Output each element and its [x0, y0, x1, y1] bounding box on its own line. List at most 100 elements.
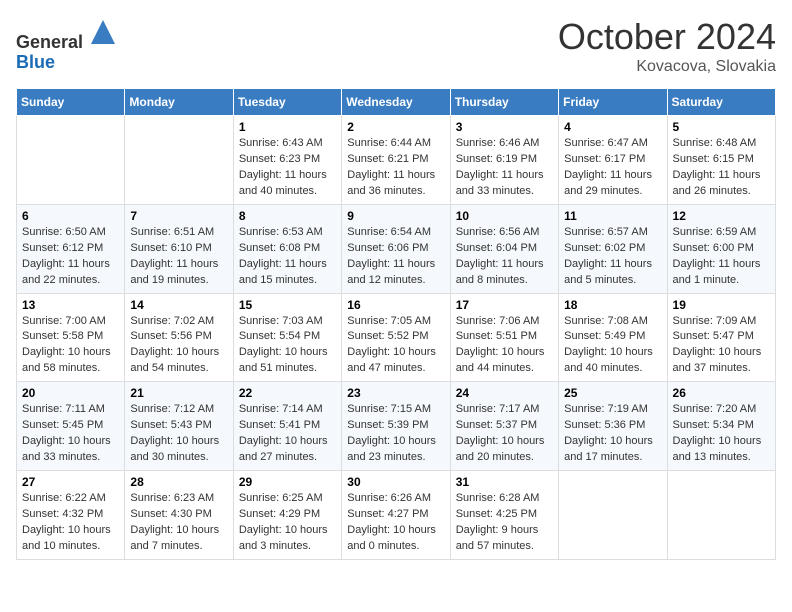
day-info: Sunrise: 6:59 AM Sunset: 6:00 PM Dayligh… — [673, 225, 770, 289]
weekday-header-saturday: Saturday — [667, 89, 775, 116]
day-info: Sunrise: 6:56 AM Sunset: 6:04 PM Dayligh… — [456, 225, 553, 289]
day-info: Sunrise: 6:47 AM Sunset: 6:17 PM Dayligh… — [564, 136, 661, 200]
day-number: 18 — [564, 298, 661, 312]
calendar-cell: 12 Sunrise: 6:59 AM Sunset: 6:00 PM Dayli… — [667, 204, 775, 293]
calendar-cell: 3 Sunrise: 6:46 AM Sunset: 6:19 PM Daylig… — [450, 116, 558, 205]
calendar-cell: 16 Sunrise: 7:05 AM Sunset: 5:52 PM Dayli… — [342, 293, 450, 382]
day-info: Sunrise: 7:14 AM Sunset: 5:41 PM Dayligh… — [239, 402, 336, 466]
day-number: 1 — [239, 120, 336, 134]
calendar-cell — [559, 471, 667, 560]
calendar-cell — [17, 116, 125, 205]
day-number: 13 — [22, 298, 119, 312]
calendar-cell: 8Sunrise: 6:53 AM Sunset: 6:08 PM Daylig… — [233, 204, 341, 293]
logo-blue: Blue — [16, 52, 55, 72]
day-info: Sunrise: 7:12 AM Sunset: 5:43 PM Dayligh… — [130, 402, 227, 466]
day-number: 26 — [673, 386, 770, 400]
day-number: 7 — [130, 209, 227, 223]
calendar-cell: 13 Sunrise: 7:00 AM Sunset: 5:58 PM Dayli… — [17, 293, 125, 382]
day-number: 19 — [673, 298, 770, 312]
day-number: 9 — [347, 209, 444, 223]
calendar-cell: 23 Sunrise: 7:15 AM Sunset: 5:39 PM Dayli… — [342, 382, 450, 471]
day-info: Sunrise: 6:54 AM Sunset: 6:06 PM Dayligh… — [347, 225, 444, 289]
weekday-header-monday: Monday — [125, 89, 233, 116]
day-info: Sunrise: 7:05 AM Sunset: 5:52 PM Dayligh… — [347, 314, 444, 378]
day-info: Sunrise: 7:02 AM Sunset: 5:56 PM Dayligh… — [130, 314, 227, 378]
day-number: 21 — [130, 386, 227, 400]
day-info: Sunrise: 6:22 AM Sunset: 4:32 PM Dayligh… — [22, 491, 119, 555]
calendar-cell: 11Sunrise: 6:57 AM Sunset: 6:02 PM Dayli… — [559, 204, 667, 293]
calendar-week-1: 1 Sunrise: 6:43 AM Sunset: 6:23 PM Daylig… — [17, 116, 776, 205]
weekday-header-friday: Friday — [559, 89, 667, 116]
day-number: 16 — [347, 298, 444, 312]
day-info: Sunrise: 7:09 AM Sunset: 5:47 PM Dayligh… — [673, 314, 770, 378]
day-info: Sunrise: 7:06 AM Sunset: 5:51 PM Dayligh… — [456, 314, 553, 378]
calendar-cell: 5Sunrise: 6:48 AM Sunset: 6:15 PM Daylig… — [667, 116, 775, 205]
calendar-week-5: 27 Sunrise: 6:22 AM Sunset: 4:32 PM Dayli… — [17, 471, 776, 560]
calendar-cell: 1 Sunrise: 6:43 AM Sunset: 6:23 PM Daylig… — [233, 116, 341, 205]
weekday-header-row: SundayMondayTuesdayWednesdayThursdayFrid… — [17, 89, 776, 116]
calendar-cell: 28 Sunrise: 6:23 AM Sunset: 4:30 PM Dayli… — [125, 471, 233, 560]
day-info: Sunrise: 7:20 AM Sunset: 5:34 PM Dayligh… — [673, 402, 770, 466]
day-info: Sunrise: 7:08 AM Sunset: 5:49 PM Dayligh… — [564, 314, 661, 378]
day-info: Sunrise: 6:46 AM Sunset: 6:19 PM Dayligh… — [456, 136, 553, 200]
day-info: Sunrise: 6:23 AM Sunset: 4:30 PM Dayligh… — [130, 491, 227, 555]
calendar-cell: 31Sunrise: 6:28 AM Sunset: 4:25 PM Dayli… — [450, 471, 558, 560]
calendar-cell: 24 Sunrise: 7:17 AM Sunset: 5:37 PM Dayli… — [450, 382, 558, 471]
day-info: Sunrise: 6:26 AM Sunset: 4:27 PM Dayligh… — [347, 491, 444, 555]
day-number: 10 — [456, 209, 553, 223]
calendar-cell: 30 Sunrise: 6:26 AM Sunset: 4:27 PM Dayli… — [342, 471, 450, 560]
day-info: Sunrise: 7:17 AM Sunset: 5:37 PM Dayligh… — [456, 402, 553, 466]
calendar-week-2: 6 Sunrise: 6:50 AM Sunset: 6:12 PM Daylig… — [17, 204, 776, 293]
page-header: General Blue October 2024 Kovacova, Slov… — [16, 16, 776, 76]
calendar-week-3: 13 Sunrise: 7:00 AM Sunset: 5:58 PM Dayli… — [17, 293, 776, 382]
calendar-cell: 21 Sunrise: 7:12 AM Sunset: 5:43 PM Dayli… — [125, 382, 233, 471]
calendar-cell: 6 Sunrise: 6:50 AM Sunset: 6:12 PM Daylig… — [17, 204, 125, 293]
day-info: Sunrise: 7:19 AM Sunset: 5:36 PM Dayligh… — [564, 402, 661, 466]
day-number: 30 — [347, 475, 444, 489]
logo-general: General — [16, 32, 83, 52]
weekday-header-tuesday: Tuesday — [233, 89, 341, 116]
calendar-cell: 15Sunrise: 7:03 AM Sunset: 5:54 PM Dayli… — [233, 293, 341, 382]
calendar-cell: 20Sunrise: 7:11 AM Sunset: 5:45 PM Dayli… — [17, 382, 125, 471]
day-number: 28 — [130, 475, 227, 489]
day-info: Sunrise: 6:50 AM Sunset: 6:12 PM Dayligh… — [22, 225, 119, 289]
calendar-cell: 10 Sunrise: 6:56 AM Sunset: 6:04 PM Dayli… — [450, 204, 558, 293]
day-info: Sunrise: 7:11 AM Sunset: 5:45 PM Dayligh… — [22, 402, 119, 466]
month-title: October 2024 — [558, 16, 776, 58]
day-info: Sunrise: 7:03 AM Sunset: 5:54 PM Dayligh… — [239, 314, 336, 378]
calendar-cell: 19 Sunrise: 7:09 AM Sunset: 5:47 PM Dayli… — [667, 293, 775, 382]
calendar-cell: 9 Sunrise: 6:54 AM Sunset: 6:06 PM Daylig… — [342, 204, 450, 293]
calendar-cell — [667, 471, 775, 560]
weekday-header-sunday: Sunday — [17, 89, 125, 116]
day-number: 5 — [673, 120, 770, 134]
day-info: Sunrise: 6:44 AM Sunset: 6:21 PM Dayligh… — [347, 136, 444, 200]
weekday-header-thursday: Thursday — [450, 89, 558, 116]
day-number: 27 — [22, 475, 119, 489]
calendar-cell: 17 Sunrise: 7:06 AM Sunset: 5:51 PM Dayli… — [450, 293, 558, 382]
day-number: 2 — [347, 120, 444, 134]
day-number: 3 — [456, 120, 553, 134]
day-number: 23 — [347, 386, 444, 400]
calendar-cell: 14Sunrise: 7:02 AM Sunset: 5:56 PM Dayli… — [125, 293, 233, 382]
day-info: Sunrise: 7:00 AM Sunset: 5:58 PM Dayligh… — [22, 314, 119, 378]
day-number: 4 — [564, 120, 661, 134]
calendar-cell: 22 Sunrise: 7:14 AM Sunset: 5:41 PM Dayli… — [233, 382, 341, 471]
weekday-header-wednesday: Wednesday — [342, 89, 450, 116]
calendar-cell: 26 Sunrise: 7:20 AM Sunset: 5:34 PM Dayli… — [667, 382, 775, 471]
day-number: 17 — [456, 298, 553, 312]
calendar-week-4: 20Sunrise: 7:11 AM Sunset: 5:45 PM Dayli… — [17, 382, 776, 471]
logo-icon — [87, 16, 119, 48]
day-number: 31 — [456, 475, 553, 489]
calendar-cell: 4 Sunrise: 6:47 AM Sunset: 6:17 PM Daylig… — [559, 116, 667, 205]
day-number: 12 — [673, 209, 770, 223]
calendar-cell: 7Sunrise: 6:51 AM Sunset: 6:10 PM Daylig… — [125, 204, 233, 293]
day-info: Sunrise: 6:43 AM Sunset: 6:23 PM Dayligh… — [239, 136, 336, 200]
calendar-cell: 2 Sunrise: 6:44 AM Sunset: 6:21 PM Daylig… — [342, 116, 450, 205]
day-number: 24 — [456, 386, 553, 400]
day-info: Sunrise: 7:15 AM Sunset: 5:39 PM Dayligh… — [347, 402, 444, 466]
day-number: 6 — [22, 209, 119, 223]
day-info: Sunrise: 6:53 AM Sunset: 6:08 PM Dayligh… — [239, 225, 336, 289]
day-number: 22 — [239, 386, 336, 400]
calendar-cell: 25 Sunrise: 7:19 AM Sunset: 5:36 PM Dayli… — [559, 382, 667, 471]
day-number: 25 — [564, 386, 661, 400]
